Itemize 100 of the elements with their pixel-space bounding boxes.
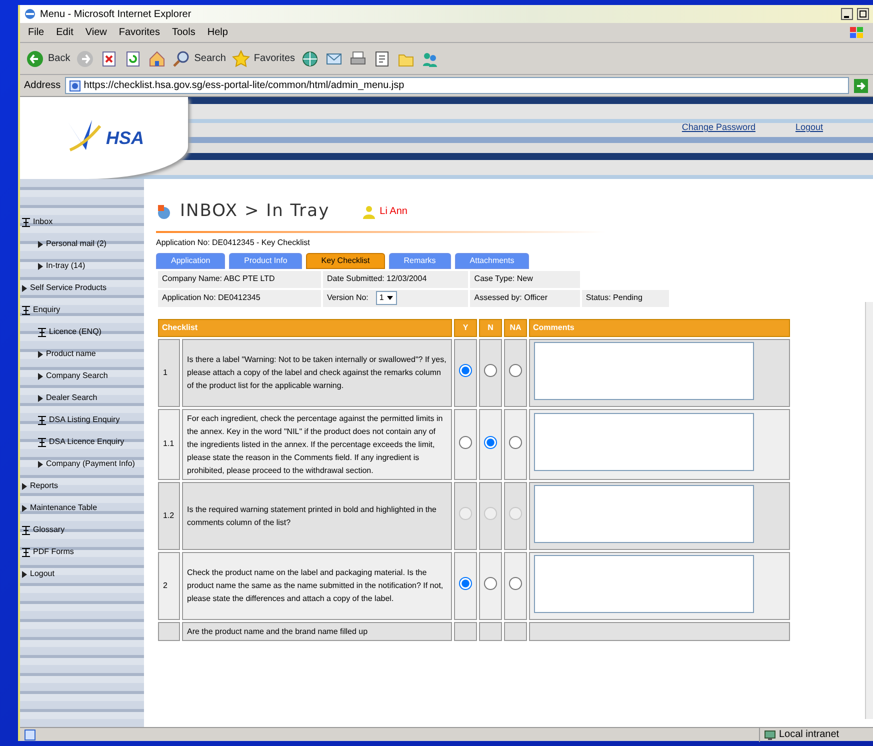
row-number: 2 <box>158 552 180 620</box>
intranet-icon <box>764 728 776 740</box>
row-number: 1.2 <box>158 482 180 550</box>
radio-button[interactable] <box>509 364 522 377</box>
sidebar-item[interactable]: Logout <box>20 563 144 585</box>
tab[interactable]: Key Checklist <box>306 252 385 268</box>
scrollbar[interactable] <box>865 302 873 719</box>
document-icon <box>373 50 392 68</box>
address-field[interactable]: https://checklist.hsa.gov.sg/ess-portal-lite/common/html/admin_menu.jsp <box>64 77 849 94</box>
toolbar-button[interactable] <box>373 50 392 68</box>
info-cell: Case Type: New <box>470 270 580 288</box>
expand-icon <box>22 548 30 556</box>
sidebar-item[interactable]: Inbox <box>20 211 144 233</box>
checklist-text: Are the product name and the brand name filled up <box>182 622 452 640</box>
toolbar-button[interactable]: Favorites <box>232 50 296 68</box>
checklist-text: For each ingredient, check the percentage against the permitted limits in the annex. Key in the word "NIL" if the product does not contain any of the ingredients listed in the annex. If the percentage exceeds the limit, please state the reason in the Comments field. If any ingredient is prohibited, please proceed to the withdrawal section. <box>182 408 452 480</box>
inbox-icon <box>156 204 172 220</box>
sidebar-item[interactable]: Dealer Search <box>20 387 144 409</box>
info-cell: Status: Pending <box>582 290 669 306</box>
sidebar-item[interactable]: Company (Payment Info) <box>20 453 144 475</box>
column-header: NA <box>504 318 527 336</box>
printer-icon <box>349 50 368 68</box>
windows-flag-icon <box>849 26 865 40</box>
column-header: Y <box>454 318 477 336</box>
bullet-icon <box>22 504 27 512</box>
bullet-icon <box>22 284 27 292</box>
info-cell: Application No: DE0412345 <box>158 290 322 306</box>
bullet-icon <box>38 350 43 358</box>
expand-icon <box>22 526 30 534</box>
header-link[interactable]: Logout <box>795 121 823 134</box>
page-icon <box>68 80 81 92</box>
menu-item[interactable]: Tools <box>172 25 196 40</box>
toolbar-button[interactable] <box>124 50 142 68</box>
bullet-icon <box>22 570 27 578</box>
comment-field[interactable] <box>534 554 754 612</box>
expand-icon <box>38 328 46 336</box>
expand-icon <box>38 438 46 446</box>
header-link[interactable]: Change Password <box>682 121 756 134</box>
menu-item[interactable]: Help <box>207 25 228 40</box>
comment-field[interactable] <box>534 484 754 542</box>
row-number: 1.1 <box>158 408 180 480</box>
sidebar-item[interactable]: Company Search <box>20 365 144 387</box>
radio-button[interactable] <box>484 436 497 448</box>
checklist-text: Check the product name on the label and packaging material. Is the product name the same as the name submitted in the notification? If not, please state the differences and attach a copy of the label. <box>182 552 452 620</box>
sidebar-item[interactable]: Reports <box>20 475 144 497</box>
bullet-icon <box>38 372 43 380</box>
sidebar-item[interactable]: Product name <box>20 343 144 365</box>
checklist-text: Is the required warning statement printed in bold and highlighted in the comments column of the list? <box>182 482 452 550</box>
back-icon <box>26 50 44 68</box>
sidebar-item[interactable]: Licence (ENQ) <box>20 321 144 343</box>
sidebar-item[interactable]: In-tray (14) <box>20 255 144 277</box>
column-header: Checklist <box>158 318 452 336</box>
sidebar-item[interactable]: PDF Forms <box>20 541 144 563</box>
radio-button[interactable] <box>459 436 472 448</box>
sidebar-item[interactable]: DSA Licence Enquiry <box>20 431 144 453</box>
toolbar-button[interactable]: Back <box>26 50 70 68</box>
sidebar-item[interactable]: DSA Listing Enquiry <box>20 409 144 431</box>
checklist-text: Is there a label "Warning: Not to be taken internally or swallowed"? If yes, please attach a copy of the label and check against the remarks column of the product list for the applicable warning. <box>182 338 452 406</box>
info-cell: Assessed by: Officer <box>470 290 580 306</box>
comment-field[interactable] <box>534 342 754 400</box>
maximize-button[interactable] <box>857 8 869 20</box>
sidebar-item[interactable]: Maintenance Table <box>20 497 144 519</box>
sidebar-item[interactable]: Personal mail (2) <box>20 233 144 255</box>
menu-item[interactable]: View <box>85 25 107 40</box>
bullet-icon <box>38 460 43 468</box>
go-icon[interactable] <box>853 78 869 94</box>
toolbar-button[interactable]: Search <box>172 50 226 68</box>
menu-item[interactable]: Edit <box>56 25 74 40</box>
toolbar-button[interactable] <box>100 50 118 68</box>
toolbar-button[interactable] <box>148 50 166 68</box>
expand-icon <box>22 306 30 314</box>
radio-button[interactable] <box>484 364 497 377</box>
menu-item[interactable]: File <box>28 25 44 40</box>
stop-icon <box>100 50 118 68</box>
logo-text: HSA <box>106 126 144 150</box>
subtitle: Application No: DE0412345 - Key Checklist <box>156 236 311 248</box>
search-icon <box>172 50 190 68</box>
radio-button[interactable] <box>509 436 522 448</box>
forward-icon <box>76 50 94 68</box>
star-icon <box>232 50 250 68</box>
version-select[interactable]: 1 <box>376 291 397 305</box>
minimize-button[interactable] <box>841 8 853 20</box>
sidebar-item[interactable]: Self Service Products <box>20 277 144 299</box>
refresh-icon <box>124 50 142 68</box>
row-number: 1 <box>158 338 180 406</box>
radio-button[interactable] <box>509 577 522 590</box>
radio-button[interactable] <box>484 577 497 590</box>
comment-field[interactable] <box>534 413 754 471</box>
toolbar-button[interactable] <box>301 50 320 68</box>
radio-button[interactable] <box>459 364 472 377</box>
expand-icon <box>22 218 30 226</box>
radio-button[interactable] <box>459 577 472 590</box>
home-icon <box>148 50 166 68</box>
bullet-icon <box>38 394 43 402</box>
sidebar-item[interactable]: Glossary <box>20 519 144 541</box>
toolbar-button[interactable] <box>349 50 368 68</box>
caret-icon <box>386 294 394 302</box>
sidebar-item[interactable]: Enquiry <box>20 299 144 321</box>
menu-item[interactable]: Favorites <box>118 25 160 40</box>
bullet-icon <box>38 262 43 270</box>
